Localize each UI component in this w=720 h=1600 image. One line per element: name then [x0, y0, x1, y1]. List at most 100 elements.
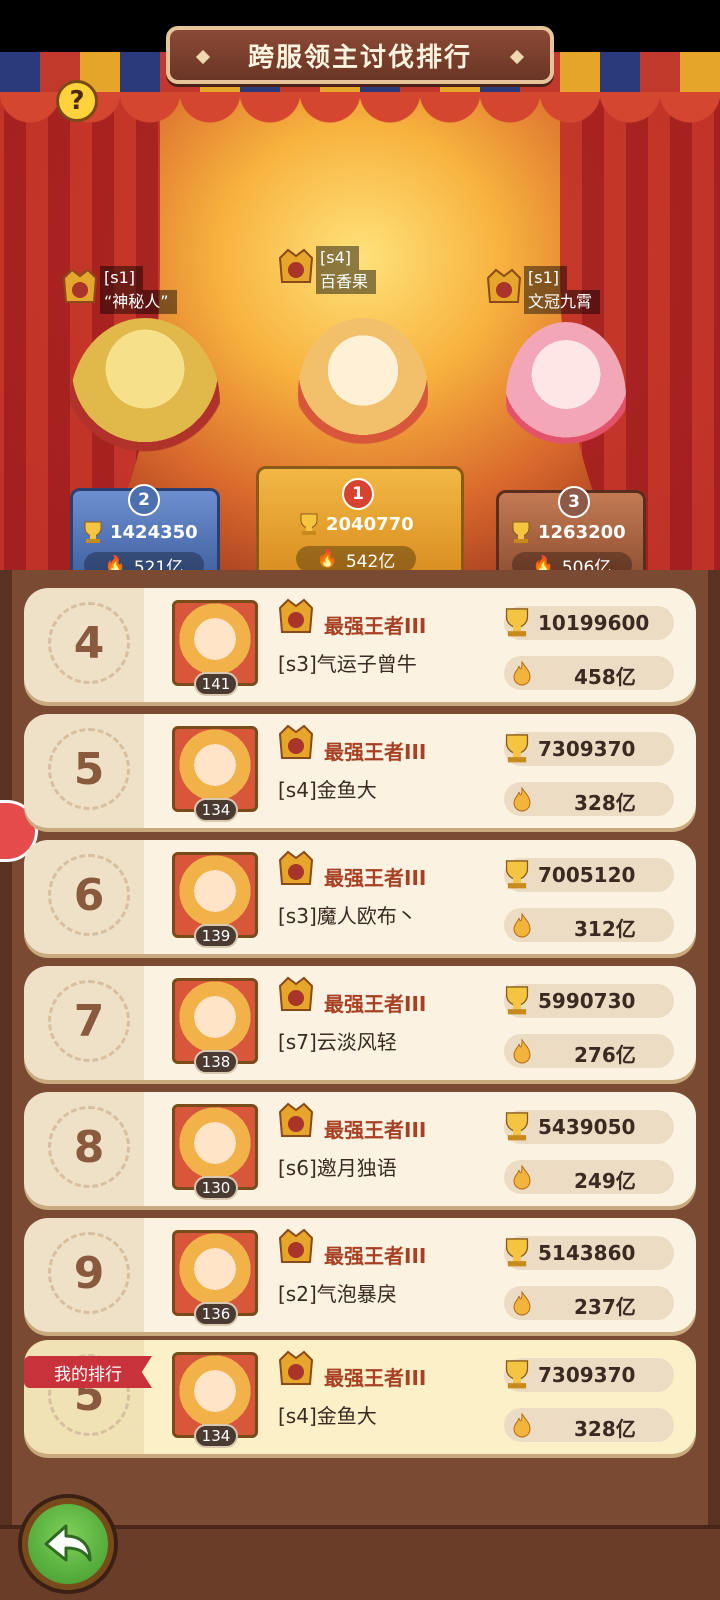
trophy-icon — [300, 513, 318, 535]
top1-power: 🔥 542亿 — [296, 546, 416, 572]
crown-crest-icon — [278, 976, 314, 1011]
flame-icon — [513, 1038, 531, 1064]
power-value: 328亿 — [574, 791, 636, 815]
top1-score: 2040770 — [296, 512, 414, 536]
level-badge: 134 — [194, 1424, 238, 1448]
trophy-icon — [505, 1360, 529, 1389]
trophy-icon — [505, 734, 529, 763]
trophy-icon — [505, 1112, 529, 1141]
top2-tag: [s1] — [100, 266, 143, 290]
player-name: [s3]魔人欧布丶 — [278, 904, 417, 928]
top1-power-value: 542亿 — [345, 551, 396, 572]
trophy-icon — [505, 860, 529, 889]
rank-number: 4 — [48, 602, 130, 684]
rank-row[interactable]: 9 136 最强王者III [s2]气泡暴戾 5143860 237亿 — [24, 1218, 696, 1332]
tier-label: 最强王者III — [324, 866, 427, 890]
back-arrow-icon — [44, 1524, 92, 1562]
trophy-icon — [505, 608, 529, 637]
tier-label: 最强王者III — [324, 614, 427, 638]
crown-crest-icon — [278, 724, 314, 759]
rank-number: 6 — [48, 854, 130, 936]
diamond-icon — [195, 49, 211, 65]
power-pill: 328亿 — [504, 782, 674, 816]
top2-score: 1424350 — [80, 520, 198, 544]
tier-label: 最强王者III — [324, 740, 427, 764]
level-badge: 141 — [194, 672, 238, 696]
tier-label: 最强王者III — [324, 1366, 427, 1390]
power-pill: 312亿 — [504, 908, 674, 942]
flame-icon — [513, 912, 531, 938]
score-pill: 10199600 — [504, 606, 674, 640]
power-value: 249亿 — [574, 1169, 636, 1193]
back-button[interactable] — [22, 1498, 114, 1590]
crown-crest-icon — [278, 1102, 314, 1137]
trophy-icon — [505, 986, 529, 1015]
top3-score: 1263200 — [508, 520, 626, 544]
flame-icon: 🔥 — [316, 549, 338, 569]
top3-hero[interactable] — [506, 322, 626, 472]
score-value: 5990730 — [538, 989, 636, 1013]
help-button[interactable]: ? — [56, 80, 98, 122]
power-value: 328亿 — [574, 1417, 636, 1441]
power-value: 276亿 — [574, 1043, 636, 1067]
top1-hero[interactable] — [298, 318, 428, 468]
my-rank-ribbon: 我的排行 — [24, 1356, 152, 1388]
power-pill: 276亿 — [504, 1034, 674, 1068]
trophy-icon — [84, 521, 102, 543]
power-pill: 458亿 — [504, 656, 674, 690]
score-pill: 7005120 — [504, 858, 674, 892]
player-name: [s4]金鱼大 — [278, 778, 377, 802]
flame-icon — [513, 660, 531, 686]
level-badge: 130 — [194, 1176, 238, 1200]
tier-label: 最强王者III — [324, 1118, 427, 1142]
top1-name: 百香果 — [316, 270, 377, 294]
top1-score-value: 2040770 — [326, 513, 414, 535]
level-badge: 134 — [194, 798, 238, 822]
rank-medal-1: 1 — [342, 478, 374, 510]
power-pill: 249亿 — [504, 1160, 674, 1194]
power-pill: 328亿 — [504, 1408, 674, 1442]
crown-crest-icon — [278, 850, 314, 885]
title-plate: 跨服领主讨伐排行 — [166, 26, 554, 84]
tier-label: 最强王者III — [324, 1244, 427, 1268]
player-name: [s6]邀月独语 — [278, 1156, 397, 1180]
diamond-icon — [509, 49, 525, 65]
score-pill: 5143860 — [504, 1236, 674, 1270]
crown-crest-icon — [62, 268, 98, 303]
rank-number: 5 — [48, 728, 130, 810]
rank-row[interactable]: 6 139 最强王者III [s3]魔人欧布丶 7005120 312亿 — [24, 840, 696, 954]
rank-medal-3: 3 — [558, 486, 590, 518]
player-name: [s7]云淡风轻 — [278, 1030, 397, 1054]
score-value: 7005120 — [538, 863, 636, 887]
rank-row[interactable]: 4 141 最强王者III [s3]气运子曾牛 10199600 458亿 — [24, 588, 696, 702]
trophy-icon — [505, 1238, 529, 1267]
rank-medal-2: 2 — [128, 484, 160, 516]
valance — [0, 92, 720, 128]
tier-label: 最强王者III — [324, 992, 427, 1016]
flame-icon — [513, 786, 531, 812]
score-pill: 7309370 — [504, 732, 674, 766]
rank-row[interactable]: 8 130 最强王者III [s6]邀月独语 5439050 249亿 — [24, 1092, 696, 1206]
rank-row[interactable]: 7 138 最强王者III [s7]云淡风轻 5990730 276亿 — [24, 966, 696, 1080]
trophy-icon — [512, 521, 530, 543]
rank-number: 7 — [48, 980, 130, 1062]
flame-icon — [513, 1164, 531, 1190]
level-badge: 139 — [194, 924, 238, 948]
score-pill: 5439050 — [504, 1110, 674, 1144]
top3-name: 文冠九霄 — [524, 290, 601, 314]
crown-crest-icon — [278, 1228, 314, 1263]
score-value: 5143860 — [538, 1241, 636, 1265]
crown-crest-icon — [278, 598, 314, 633]
score-value: 7309370 — [538, 1363, 636, 1387]
score-value: 5439050 — [538, 1115, 636, 1139]
rank-row[interactable]: 5 134 最强王者III [s4]金鱼大 7309370 328亿 — [24, 714, 696, 828]
power-pill: 237亿 — [504, 1286, 674, 1320]
rank-number: 8 — [48, 1106, 130, 1188]
score-pill: 7309370 — [504, 1358, 674, 1392]
top2-hero[interactable] — [70, 318, 220, 488]
score-value: 7309370 — [538, 737, 636, 761]
score-pill: 5990730 — [504, 984, 674, 1018]
score-value: 10199600 — [538, 611, 650, 635]
level-badge: 136 — [194, 1302, 238, 1326]
player-name: [s4]金鱼大 — [278, 1404, 377, 1428]
